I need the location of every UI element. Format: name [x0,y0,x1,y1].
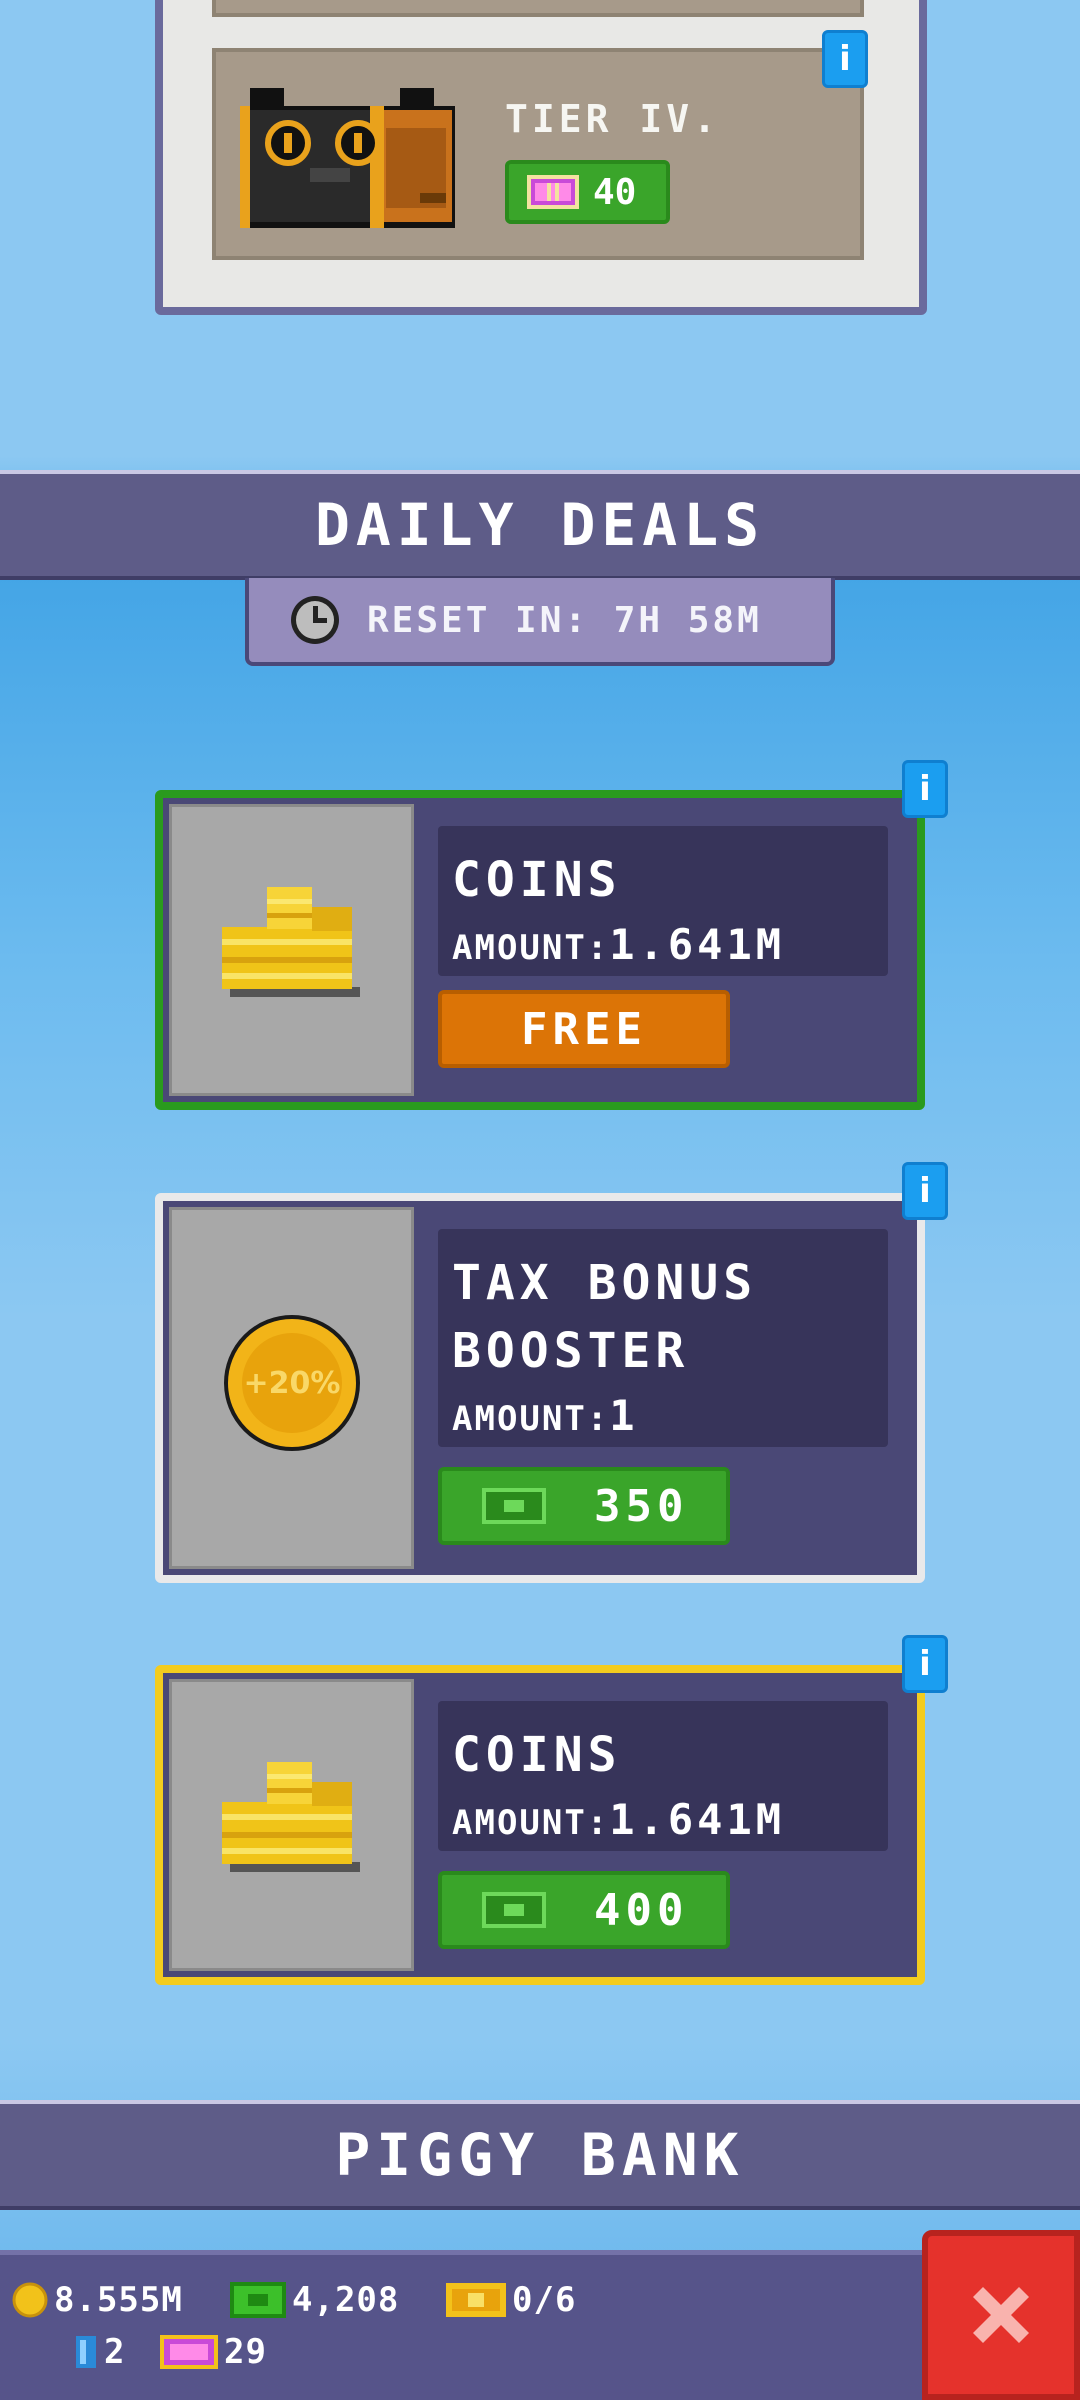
reset-timer: RESET IN: 7H 58M [245,578,835,666]
deal-1-info-button[interactable]: i [902,760,948,818]
deal-name-line2: BOOSTER [452,1323,690,1379]
gem-icon [76,2336,96,2368]
deal-info-panel: TAX BONUS BOOSTER AMOUNT:1 [438,1229,888,1447]
piggy-bank-title: PIGGY BANK [0,2100,1080,2210]
amount-label: AMOUNT: [452,1803,610,1843]
clock-icon [291,596,339,644]
gold-ticket-balance: 0/6 [446,2280,576,2320]
tier-info-button[interactable]: i [822,30,868,88]
close-button[interactable] [922,2230,1080,2400]
ticket-icon [527,175,579,209]
deal-card-tax-bonus-booster[interactable]: +20% TAX BONUS BOOSTER AMOUNT:1 350 [155,1193,925,1583]
cash-icon [482,1892,546,1928]
deal-name: COINS [452,1727,622,1783]
currency-bar [0,2250,1080,2400]
close-icon [973,2287,1029,2343]
badge-text: +20% [243,1365,341,1401]
daily-deals-title: DAILY DEALS [0,470,1080,580]
deal-card-coins-free[interactable]: COINS AMOUNT:1.641M FREE [155,790,925,1110]
amount-value: 1.641M [609,1795,786,1844]
tier-label: TIER IV. [505,97,721,141]
tax-bonus-coin-icon: +20% [224,1315,360,1451]
buy-button-400[interactable]: 400 [438,1871,730,1949]
cash-icon [482,1488,546,1524]
deal-thumbnail [169,1679,414,1971]
price-value: 350 [594,1480,689,1532]
amount-value: 1 [609,1391,639,1440]
coin-stack-icon [222,887,360,997]
deal-name-line1: TAX BONUS [452,1255,758,1311]
treasure-chest-icon [240,88,455,228]
gold-ticket-value: 0/6 [512,2280,577,2320]
price-value: 400 [594,1884,689,1936]
gems-balance: 2 [74,2332,125,2372]
gold-ticket-icon [446,2283,506,2317]
cash-balance: 4,208 [230,2280,399,2320]
deal-thumbnail: +20% [169,1207,414,1569]
buy-button-350[interactable]: 350 [438,1467,730,1545]
reset-timer-text: RESET IN: 7H 58M [367,599,762,641]
deal-info-panel: COINS AMOUNT:1.641M [438,826,888,976]
deal-amount: AMOUNT:1 [452,1391,874,1440]
cash-icon [230,2282,286,2318]
coins-balance: 8.555M [12,2280,183,2320]
coin-icon [12,2282,48,2318]
deal-info-panel: COINS AMOUNT:1.641M [438,1701,888,1851]
deal-name: COINS [452,852,622,908]
deal-card-coins-400[interactable]: COINS AMOUNT:1.641M 400 [155,1665,925,1985]
coin-stack-icon [222,1762,360,1872]
gems-value: 2 [104,2332,126,2372]
free-claim-button[interactable]: FREE [438,990,730,1068]
tier-buy-button[interactable]: 40 [505,160,670,224]
deal-3-info-button[interactable]: i [902,1635,948,1693]
deal-amount: AMOUNT:1.641M [452,1795,874,1844]
purple-ticket-balance: 29 [160,2332,267,2372]
coins-value: 8.555M [54,2280,183,2320]
tier-price-value: 40 [593,171,637,213]
purple-ticket-value: 29 [224,2332,267,2372]
deal-amount: AMOUNT:1.641M [452,920,874,969]
amount-label: AMOUNT: [452,928,610,968]
amount-label: AMOUNT: [452,1399,610,1439]
amount-value: 1.641M [609,920,786,969]
deal-thumbnail [169,804,414,1096]
ticket-icon [160,2335,218,2369]
deal-2-info-button[interactable]: i [902,1162,948,1220]
cash-value: 4,208 [292,2280,400,2320]
previous-tier-card-edge[interactable] [212,0,864,17]
